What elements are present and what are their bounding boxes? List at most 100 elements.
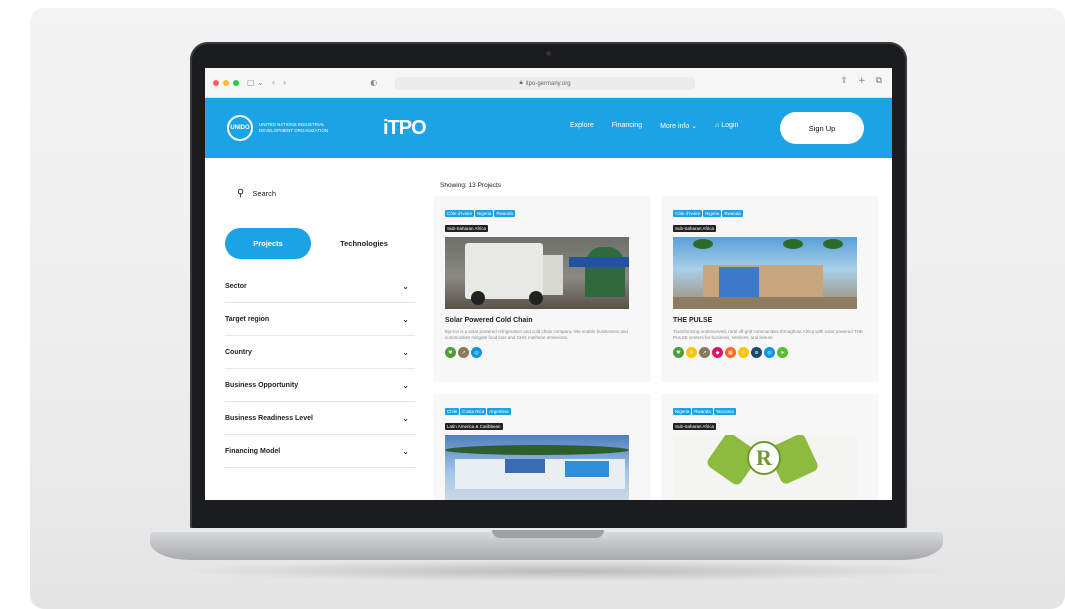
sidebar-toggle-icon[interactable]: ▢ ⌄ — [247, 78, 264, 87]
window-controls — [213, 79, 239, 86]
country-tag[interactable]: Rwanda — [692, 408, 713, 415]
country-tags: Côte d'Ivoire Nigeria Rwanda — [445, 210, 651, 217]
minimize-window-button[interactable] — [223, 79, 229, 86]
laptop-notch — [492, 530, 604, 538]
nav-login[interactable]: ⌂ Login — [715, 122, 738, 130]
nav-more-info[interactable]: More info ⌄ — [660, 122, 697, 130]
chevron-down-icon: ⌄ — [402, 380, 409, 390]
project-card[interactable]: Chile Costa Rica Argentina Latin America… — [433, 394, 651, 500]
laptop-shadow — [170, 560, 960, 582]
country-tags: Côte d'Ivoire Nigeria Rwanda — [673, 210, 879, 217]
new-tab-icon[interactable]: + — [858, 76, 866, 86]
nav-financing[interactable]: Financing — [612, 122, 642, 130]
filter-business-opportunity[interactable]: Business Opportunity ⌄ — [225, 369, 415, 402]
filter-label: Target region — [225, 315, 270, 323]
country-tag[interactable]: Rwanda — [494, 210, 515, 217]
main-nav: Explore Financing More info ⌄ ⌂ Login — [570, 122, 738, 130]
privacy-shield-icon[interactable]: ◐ — [370, 78, 377, 87]
chevron-down-icon: ⌄ — [402, 314, 409, 324]
filter-label: Sector — [225, 282, 247, 290]
filter-list: Sector ⌄ Target region ⌄ Country ⌄ Business… — [225, 270, 415, 468]
project-description: Eja-Ice is a solar powered refrigeration… — [445, 329, 628, 340]
country-tags: Nigeria Rwanda Tanzania — [673, 408, 879, 415]
tab-technologies[interactable]: Technologies — [321, 228, 407, 259]
sdg-icon: ☼ — [738, 347, 749, 358]
sdg-icon: ➤ — [777, 347, 788, 358]
tabs-overview-icon[interactable]: ⧉ — [876, 76, 882, 86]
results-count: Showing: 13 Projects — [440, 182, 502, 189]
project-grid: Showing: 13 Projects Côte d'Ivoire Niger… — [425, 158, 892, 500]
zoom-window-button[interactable] — [233, 79, 239, 86]
filter-financing-model[interactable]: Financing Model ⌄ — [225, 435, 415, 468]
filter-business-readiness-level[interactable]: Business Readiness Level ⌄ — [225, 402, 415, 435]
filter-country[interactable]: Country ⌄ — [225, 336, 415, 369]
filter-target-region[interactable]: Target region ⌄ — [225, 303, 415, 336]
country-tag[interactable]: Rwanda — [722, 210, 743, 217]
search-icon: ⚲ — [237, 188, 245, 199]
country-tag[interactable]: Argentina — [487, 408, 511, 415]
project-title[interactable]: THE PULSE — [673, 317, 879, 324]
project-title[interactable]: Solar Powered Cold Chain — [445, 317, 651, 324]
country-tag[interactable]: Nigeria — [703, 210, 722, 217]
sdg-icons: ♥ ☀ ↗ ◆ ▦ ☼ ⊚ ◎ ➤ — [673, 347, 879, 358]
filter-label: Financing Model — [225, 447, 281, 455]
project-image: R — [673, 435, 857, 500]
itpo-logo: iTPO — [383, 117, 427, 139]
tab-projects[interactable]: Projects — [225, 228, 311, 259]
country-tag[interactable]: Tanzania — [713, 408, 736, 415]
address-bar[interactable]: 🔒︎ itpo-germany.org — [395, 77, 695, 90]
lock-icon: 🔒︎ — [519, 80, 523, 86]
chevron-down-icon: ⌄ — [402, 281, 409, 291]
forward-icon[interactable]: › — [283, 78, 286, 87]
share-icon[interactable]: ⇪ — [840, 76, 848, 86]
sdg-icon: ♥ — [445, 347, 456, 358]
region-tag[interactable]: Sub-Saharan Africa — [445, 225, 489, 232]
country-tag[interactable]: Chile — [445, 408, 460, 415]
chevron-down-icon: ⌄ — [402, 347, 409, 357]
browser-actions: ⇪ + ⧉ — [840, 76, 882, 86]
region-tag[interactable]: Latin America & Caribbean — [445, 423, 503, 430]
country-tag[interactable]: Costa Rica — [460, 408, 487, 415]
sdg-icon: ▦ — [725, 347, 736, 358]
itpo-logo-block[interactable]: iTPO — [383, 117, 427, 139]
project-image — [445, 435, 629, 500]
back-icon[interactable]: ‹ — [272, 78, 275, 87]
country-tag[interactable]: Nigeria — [475, 210, 494, 217]
filter-label: Business Opportunity — [225, 381, 299, 389]
laptop-screen: ▢ ⌄ ‹ › ◐ 🔒︎ itpo-germany.org ⇪ + ⧉ UNID… — [205, 68, 892, 500]
country-tags: Chile Costa Rica Argentina — [445, 408, 651, 415]
sdg-icon: ⊚ — [751, 347, 762, 358]
sdg-icon: ☀ — [686, 347, 697, 358]
recycle-logo-icon: R — [747, 441, 781, 475]
project-image — [445, 237, 629, 309]
project-card[interactable]: Côte d'Ivoire Nigeria Rwanda Sub-Saharan… — [661, 196, 879, 382]
region-tag[interactable]: Sub-Saharan Africa — [673, 423, 717, 430]
project-description: Transforming underserved, rural off-grid… — [673, 329, 864, 340]
site-header: UNIDO UNITED NATIONS INDUSTRIAL DEVELOPM… — [205, 98, 892, 158]
unido-logo[interactable]: UNIDO — [227, 115, 253, 141]
region-tag[interactable]: Sub-Saharan Africa — [673, 225, 717, 232]
chevron-down-icon: ⌄ — [402, 413, 409, 423]
sdg-icons: ♥ ↗ ◎ — [445, 347, 651, 358]
sdg-icon: ◎ — [764, 347, 775, 358]
country-tag[interactable]: Côte d'Ivoire — [445, 210, 475, 217]
sdg-icon: ♥ — [673, 347, 684, 358]
signup-button[interactable]: Sign Up — [780, 112, 864, 144]
project-card[interactable]: Côte d'Ivoire Nigeria Rwanda Sub-Saharan… — [433, 196, 651, 382]
camera-icon — [546, 51, 551, 56]
browser-toolbar: ▢ ⌄ ‹ › ◐ 🔒︎ itpo-germany.org ⇪ + ⧉ — [205, 68, 892, 98]
url-text: itpo-germany.org — [525, 80, 571, 87]
search-field[interactable]: ⚲ Search — [237, 188, 276, 199]
sdg-icon: ↗ — [458, 347, 469, 358]
sdg-icon: ◆ — [712, 347, 723, 358]
close-window-button[interactable] — [213, 79, 219, 86]
unido-name: UNITED NATIONS INDUSTRIAL DEVELOPMENT OR… — [259, 122, 329, 133]
nav-explore[interactable]: Explore — [570, 122, 594, 130]
filter-sector[interactable]: Sector ⌄ — [225, 270, 415, 303]
country-tag[interactable]: Nigeria — [673, 408, 692, 415]
sdg-icon: ◎ — [471, 347, 482, 358]
filter-sidebar: ⚲ Search Projects Technologies Sector ⌄ T… — [205, 158, 415, 500]
country-tag[interactable]: Côte d'Ivoire — [673, 210, 703, 217]
project-card[interactable]: Nigeria Rwanda Tanzania Sub-Saharan Afri… — [661, 394, 879, 500]
project-image — [673, 237, 857, 309]
